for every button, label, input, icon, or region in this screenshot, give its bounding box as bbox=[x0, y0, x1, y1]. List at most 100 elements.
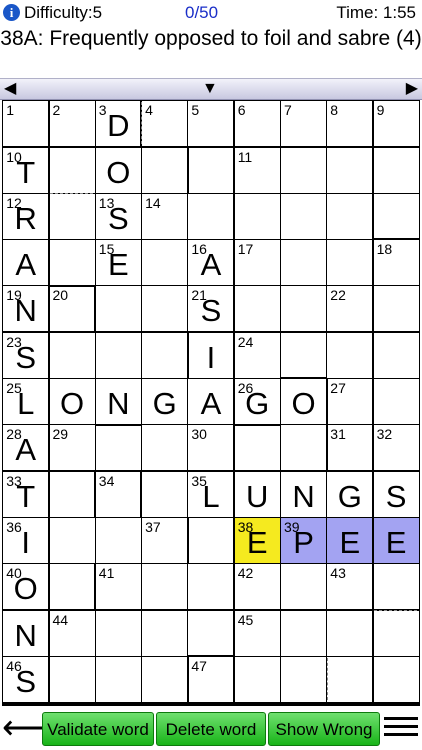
grid-cell[interactable] bbox=[95, 610, 141, 656]
grid-cell[interactable]: 23 S bbox=[3, 332, 49, 378]
grid-cell[interactable] bbox=[188, 610, 234, 656]
grid-cell[interactable] bbox=[281, 564, 327, 610]
grid-cell[interactable]: 29 bbox=[49, 425, 95, 471]
grid-cell[interactable] bbox=[373, 564, 419, 610]
hamburger-menu-icon[interactable] bbox=[384, 712, 418, 744]
grid-cell[interactable]: 24 bbox=[234, 332, 280, 378]
grid-cell[interactable]: 1 bbox=[3, 101, 49, 147]
grid-cell[interactable]: 16 A bbox=[188, 240, 234, 286]
grid-cell[interactable] bbox=[142, 610, 188, 656]
grid-cell[interactable] bbox=[234, 425, 280, 471]
grid-cell[interactable]: 32 bbox=[373, 425, 419, 471]
grid-cell[interactable]: 4 bbox=[142, 101, 188, 147]
grid-cell[interactable]: O bbox=[95, 147, 141, 193]
grid-cell[interactable]: 8 bbox=[327, 101, 373, 147]
grid-cell[interactable]: 45 bbox=[234, 610, 280, 656]
grid-cell[interactable]: 34 bbox=[95, 471, 141, 517]
info-icon[interactable]: i bbox=[3, 4, 20, 21]
grid-cell[interactable]: 25 L bbox=[3, 379, 49, 425]
grid-cell[interactable] bbox=[188, 193, 234, 239]
grid-cell[interactable] bbox=[281, 193, 327, 239]
grid-cell[interactable] bbox=[373, 193, 419, 239]
prev-clue-icon[interactable]: ◀ bbox=[4, 80, 16, 98]
grid-cell[interactable] bbox=[142, 240, 188, 286]
grid-cell[interactable] bbox=[373, 332, 419, 378]
grid-cell[interactable]: 7 bbox=[281, 101, 327, 147]
grid-cell[interactable]: S bbox=[373, 471, 419, 517]
grid-cell[interactable]: 35 L bbox=[188, 471, 234, 517]
grid-cell[interactable] bbox=[234, 286, 280, 332]
grid-cell[interactable]: U bbox=[234, 471, 280, 517]
grid-cell[interactable] bbox=[327, 332, 373, 378]
grid-cell[interactable] bbox=[95, 656, 141, 702]
grid-cell[interactable] bbox=[188, 564, 234, 610]
grid-cell[interactable]: 10 T bbox=[3, 147, 49, 193]
grid-cell[interactable]: A bbox=[3, 240, 49, 286]
grid-cell[interactable] bbox=[142, 332, 188, 378]
grid-cell[interactable]: 27 bbox=[327, 379, 373, 425]
grid-cell[interactable] bbox=[142, 147, 188, 193]
grid-cell[interactable] bbox=[49, 517, 95, 563]
grid-cell[interactable] bbox=[373, 147, 419, 193]
grid-cell[interactable]: 26 G bbox=[234, 379, 280, 425]
grid-cell[interactable] bbox=[49, 240, 95, 286]
grid-cell[interactable]: 36 I bbox=[3, 517, 49, 563]
grid-cell[interactable]: 38 E bbox=[234, 517, 280, 563]
grid-cell[interactable]: 46 S bbox=[3, 656, 49, 702]
grid-cell[interactable]: 3D bbox=[95, 101, 141, 147]
grid-cell[interactable]: 44 bbox=[49, 610, 95, 656]
next-clue-icon[interactable]: ▶ bbox=[406, 80, 418, 98]
grid-cell[interactable] bbox=[95, 332, 141, 378]
grid-cell[interactable] bbox=[234, 656, 280, 702]
grid-cell[interactable]: 15 E bbox=[95, 240, 141, 286]
grid-cell[interactable] bbox=[188, 147, 234, 193]
grid-cell[interactable] bbox=[327, 193, 373, 239]
grid-cell[interactable]: O bbox=[49, 379, 95, 425]
grid-cell[interactable]: 37 bbox=[142, 517, 188, 563]
grid-cell[interactable] bbox=[373, 656, 419, 702]
grid-cell[interactable]: 12 R bbox=[3, 193, 49, 239]
grid-cell[interactable] bbox=[281, 656, 327, 702]
grid-cell[interactable]: 18 bbox=[373, 240, 419, 286]
grid-cell[interactable]: N bbox=[281, 471, 327, 517]
grid-cell[interactable]: E bbox=[373, 517, 419, 563]
grid-cell[interactable] bbox=[142, 286, 188, 332]
grid-cell[interactable]: 21 S bbox=[188, 286, 234, 332]
grid-cell[interactable]: I bbox=[188, 332, 234, 378]
grid-cell[interactable]: 13 S bbox=[95, 193, 141, 239]
grid-cell[interactable] bbox=[49, 147, 95, 193]
grid-cell[interactable] bbox=[373, 379, 419, 425]
grid-cell[interactable] bbox=[142, 656, 188, 702]
grid-cell[interactable] bbox=[373, 286, 419, 332]
grid-cell[interactable] bbox=[142, 564, 188, 610]
grid-cell[interactable] bbox=[142, 471, 188, 517]
grid-cell[interactable] bbox=[49, 471, 95, 517]
grid-cell[interactable] bbox=[281, 240, 327, 286]
grid-cell[interactable]: 14 bbox=[142, 193, 188, 239]
grid-cell[interactable]: A bbox=[188, 379, 234, 425]
grid-cell[interactable] bbox=[327, 656, 373, 702]
grid-cell[interactable]: 42 bbox=[234, 564, 280, 610]
show-wrong-button[interactable]: Show Wrong bbox=[268, 712, 380, 746]
grid-cell[interactable] bbox=[188, 517, 234, 563]
grid-cell[interactable] bbox=[281, 286, 327, 332]
grid-cell[interactable]: 9 bbox=[373, 101, 419, 147]
grid-cell[interactable] bbox=[142, 425, 188, 471]
grid-cell[interactable]: G bbox=[142, 379, 188, 425]
grid-cell[interactable] bbox=[373, 610, 419, 656]
grid-cell[interactable]: 30 bbox=[188, 425, 234, 471]
grid-cell[interactable] bbox=[327, 240, 373, 286]
grid-cell[interactable] bbox=[327, 610, 373, 656]
grid-cell[interactable]: 40 O bbox=[3, 564, 49, 610]
clue-list-dropdown-icon[interactable]: ▼ bbox=[202, 80, 218, 98]
delete-word-button[interactable]: Delete word bbox=[156, 712, 266, 746]
grid-cell[interactable] bbox=[49, 193, 95, 239]
grid-cell[interactable] bbox=[281, 610, 327, 656]
grid-cell[interactable] bbox=[327, 147, 373, 193]
grid-cell[interactable]: 33 T bbox=[3, 471, 49, 517]
grid-cell[interactable]: G bbox=[327, 471, 373, 517]
grid-cell[interactable]: 47 bbox=[188, 656, 234, 702]
grid-cell[interactable] bbox=[49, 564, 95, 610]
grid-cell[interactable]: O bbox=[281, 379, 327, 425]
grid-cell[interactable]: 31 bbox=[327, 425, 373, 471]
